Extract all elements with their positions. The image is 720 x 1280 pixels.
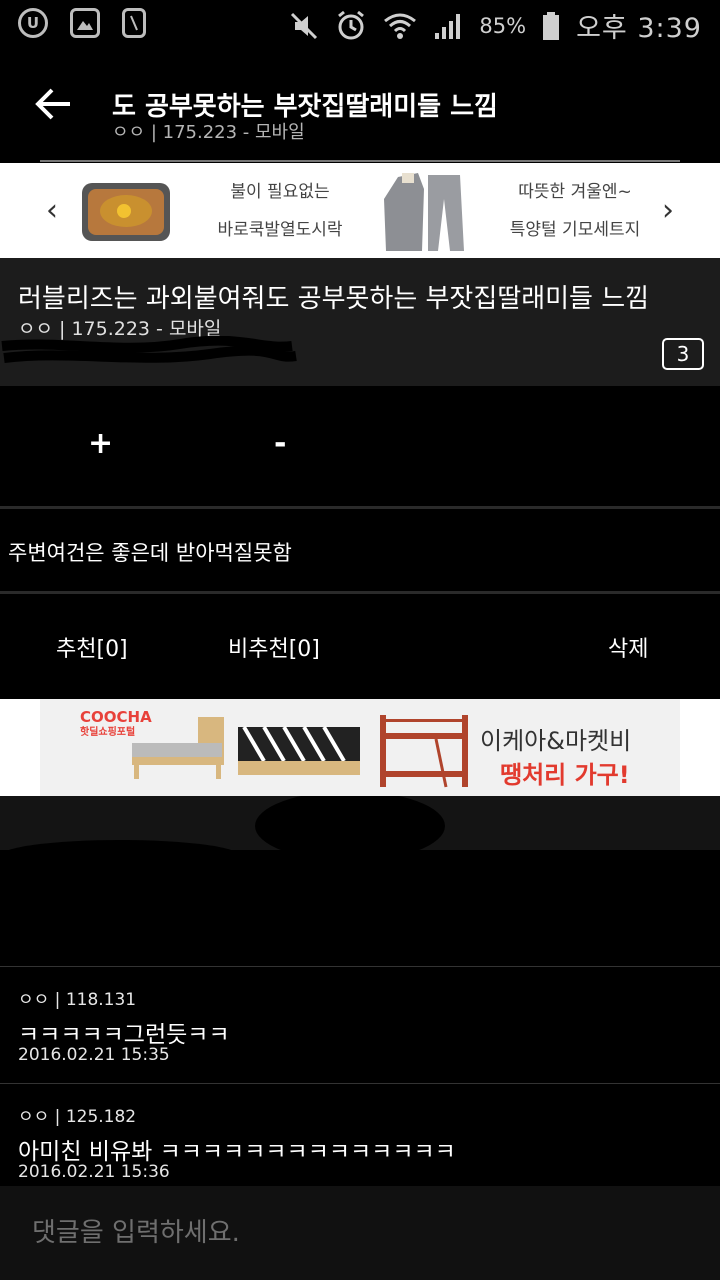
vote-minus-button[interactable]: - (274, 426, 286, 461)
comment-input-bar (0, 1186, 720, 1280)
status-bar: U 85% 오후 3:39 (0, 0, 720, 48)
delete-button[interactable]: 삭제 (608, 631, 648, 663)
ad-banner-bottom[interactable]: COOCHA 핫딜쇼핑포털 이케아&마켓비 땡처리 가구! (0, 699, 720, 796)
header-subtitle: ㅇㅇ | 175.223 - 모바일 (112, 122, 305, 143)
divider (0, 506, 720, 509)
wifi-icon (384, 13, 417, 39)
app-header: 도 공부못하는 부잣집딸래미들 느낌 ㅇㅇ | 175.223 - 모바일 (0, 48, 720, 163)
chevron-left-icon[interactable]: ‹ (46, 193, 58, 228)
comment-item: ㅇㅇ | 118.131 ㅋㅋㅋㅋㅋ그런듯ㅋㅋ 2016.02.21 15:35 (0, 967, 720, 1083)
header-divider (40, 160, 680, 162)
bed-image-1 (132, 717, 224, 779)
comment-author: ㅇㅇ | 125.182 (18, 1107, 137, 1127)
status-right-icons: 85% 오후 3:39 (289, 6, 702, 45)
u-plus-icon: U (18, 8, 48, 38)
battery-icon (543, 11, 560, 40)
not-recommend-button[interactable]: 비추천[0] (228, 631, 320, 663)
vote-area: + - (0, 386, 720, 506)
recommend-button[interactable]: 추천[0] (56, 631, 128, 663)
ad2-line1: 이케아&마켓비 (480, 727, 632, 755)
ad2-line2: 땡처리 가구! (500, 761, 630, 789)
chevron-right-icon[interactable]: › (662, 193, 674, 228)
bed-image-2 (238, 725, 360, 775)
divider (0, 591, 720, 594)
back-arrow-icon[interactable] (34, 84, 74, 124)
alarm-icon (338, 10, 365, 39)
comment-item: ㅇㅇ | 125.182 아미친 비유봐 ㅋㅋㅋㅋㅋㅋㅋㅋㅋㅋㅋㅋㅋㅋ 2016… (0, 1084, 720, 1200)
status-left-icons: U (18, 8, 146, 38)
redaction-blob (0, 796, 720, 966)
ad-banner-top[interactable]: ‹ 불이 필요없는 바로쿡발열도시락 따뜻한 겨울엔~ 특양털 기모세트지 › (0, 163, 720, 258)
battery-percent: 85% (479, 13, 527, 38)
clock: 오후 3:39 (576, 13, 702, 44)
comment-input[interactable] (18, 1200, 702, 1266)
image-icon (70, 8, 100, 38)
ad1-item1-text: 불이 필요없는 바로쿡발열도시락 (217, 182, 343, 240)
post-title: 러블리즈는 과외붙여줘도 공부못하는 부잣집딸래미들 느낌 (18, 284, 650, 314)
bunk-bed-image (380, 715, 468, 788)
comment-text: ㅋㅋㅋㅋㅋ그런듯ㅋㅋ (18, 1022, 230, 1048)
phone-notification-icon (122, 8, 146, 38)
comment-author: ㅇㅇ | 118.131 (18, 990, 137, 1010)
ad2-content: COOCHA 핫딜쇼핑포털 이케아&마켓비 땡처리 가구! (40, 699, 680, 796)
redaction-scribble (1, 336, 297, 363)
signal-icon (435, 13, 461, 39)
vote-plus-button[interactable]: + (88, 426, 113, 461)
tracksuit-image (384, 173, 464, 251)
comment-text: 아미친 비유봐 ㅋㅋㅋㅋㅋㅋㅋㅋㅋㅋㅋㅋㅋㅋ (18, 1139, 456, 1165)
lunchbox-image (82, 183, 170, 241)
post-actions: 추천[0] 비추천[0] 삭제 (0, 595, 720, 699)
post-header: 러블리즈는 과외붙여줘도 공부못하는 부잣집딸래미들 느낌 ㅇㅇ | 175.2… (0, 258, 720, 386)
comment-count-badge[interactable]: 3 (662, 338, 704, 370)
mute-icon (291, 12, 318, 39)
comment-date: 2016.02.21 15:36 (18, 1162, 170, 1182)
ad1-item2-text: 따뜻한 겨울엔~ 특양털 기모세트지 (509, 182, 641, 240)
comment-date: 2016.02.21 15:35 (18, 1045, 170, 1065)
post-body: 주변여건은 좋은데 받아먹질못함 (8, 541, 292, 565)
